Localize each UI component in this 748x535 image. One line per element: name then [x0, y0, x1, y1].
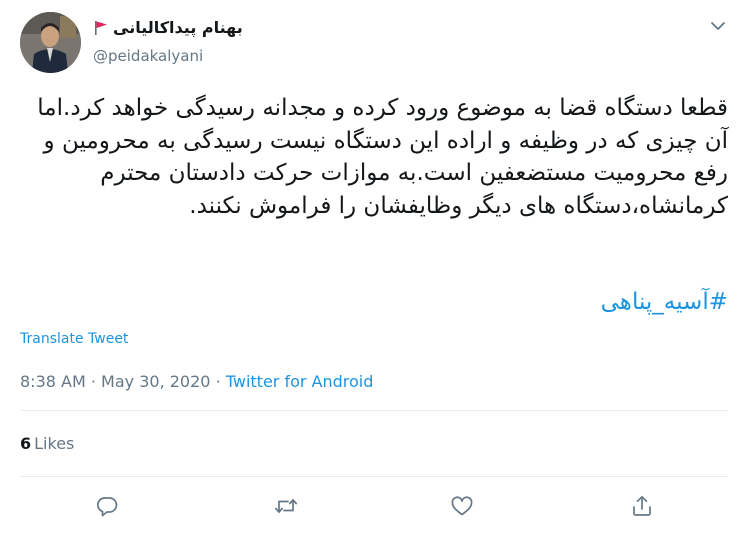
avatar[interactable] — [20, 12, 81, 73]
author-name-row[interactable]: بهنام پیداکالیانی — [93, 18, 243, 37]
heart-icon[interactable] — [449, 493, 475, 519]
retweet-icon[interactable] — [273, 493, 299, 519]
tweet-date[interactable]: May 30, 2020 — [101, 372, 210, 391]
tweet-time[interactable]: 8:38 AM — [20, 372, 86, 391]
chevron-down-icon[interactable] — [708, 16, 728, 36]
display-name[interactable]: بهنام پیداکالیانی — [113, 18, 243, 37]
meta-separator: · — [215, 372, 221, 391]
red-flag-icon — [93, 20, 109, 36]
tweet-meta: 8:38 AM · May 30, 2020 · Twitter for And… — [20, 372, 373, 391]
share-icon[interactable] — [629, 493, 655, 519]
hashtag-link[interactable]: #آسیه_پناهی — [601, 289, 728, 315]
author-handle[interactable]: @peidakalyani — [93, 47, 203, 65]
likes-stat[interactable]: 6 Likes — [20, 434, 74, 453]
likes-label: Likes — [34, 434, 75, 453]
tweet-source-link[interactable]: Twitter for Android — [226, 372, 374, 391]
divider — [20, 410, 728, 411]
reply-icon[interactable] — [94, 493, 120, 519]
tweet-text: قطعا دستگاه قضا به موضوع ورود کرده و مجد… — [37, 95, 728, 219]
likes-count: 6 — [20, 434, 32, 453]
meta-separator: · — [90, 372, 96, 391]
divider — [20, 476, 728, 477]
tweet-card: بهنام پیداکالیانی @peidakalyani قطعا دست… — [0, 0, 748, 535]
translate-tweet-link[interactable]: Translate Tweet — [20, 331, 128, 347]
